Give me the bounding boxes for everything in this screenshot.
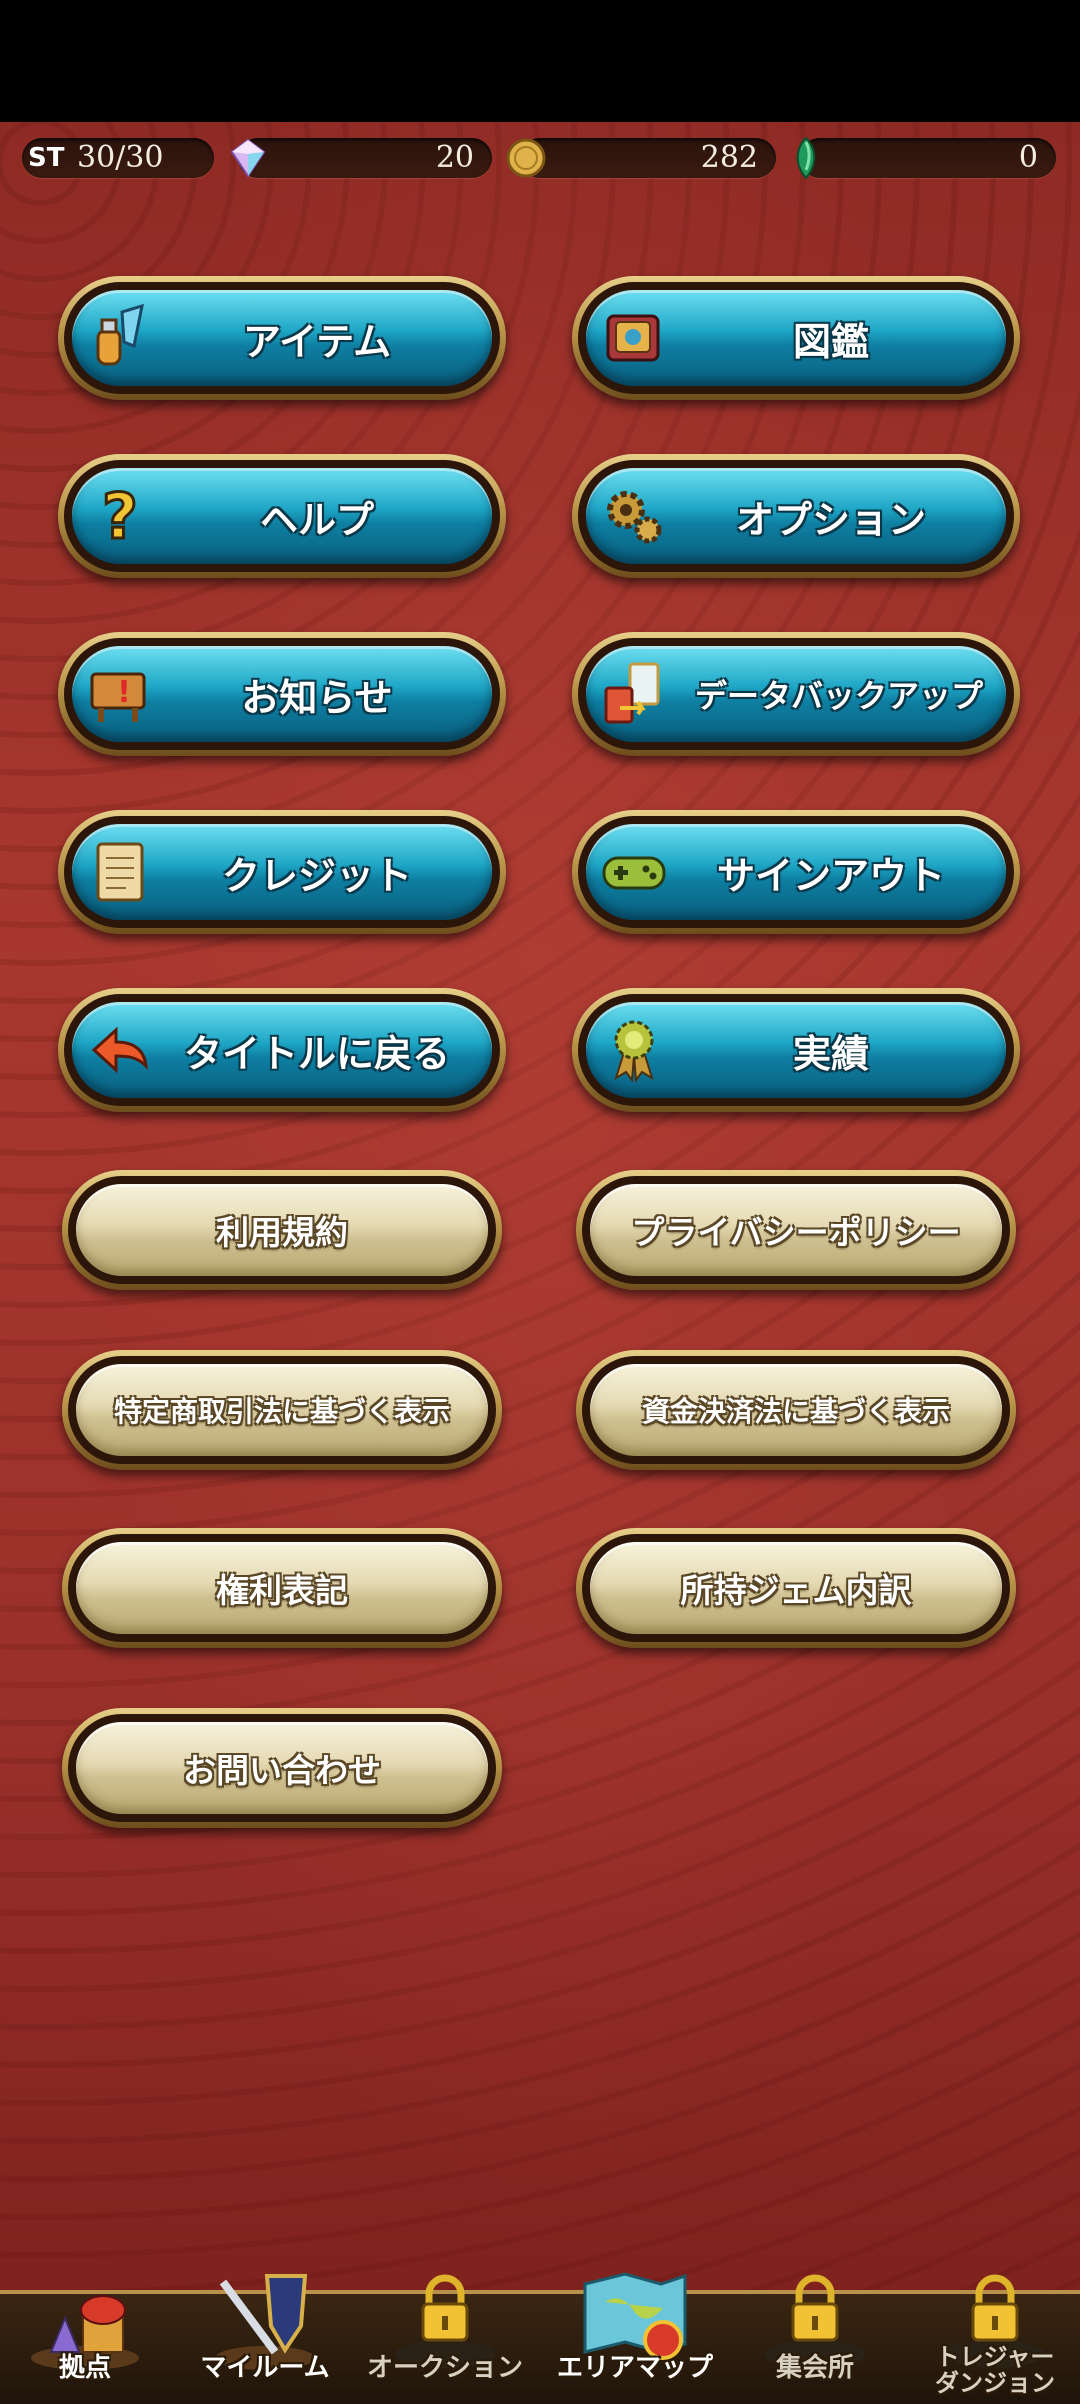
- nav-auction-label: オークション: [366, 2353, 523, 2383]
- stamina-counter: ST 30/30: [22, 138, 214, 178]
- news-button[interactable]: ! お知らせ: [58, 632, 506, 756]
- nav-gathering-hall-label: 集会所: [775, 2353, 854, 2383]
- commercial-law-button-label: 特定商取引法に基づく表示: [113, 1395, 450, 1428]
- option-button-label: オプション: [735, 497, 926, 542]
- terms-button[interactable]: 利用規約: [62, 1170, 502, 1290]
- stamina-value: 30/30: [77, 140, 164, 175]
- achievements-button-label: 実績: [792, 1031, 869, 1076]
- credit-button-label: クレジット: [221, 853, 412, 898]
- nav-treasure-dungeon-label-line2: ダンジョン: [935, 2369, 1055, 2397]
- gem-value: 20: [435, 140, 474, 175]
- privacy-policy-button[interactable]: プライバシーポリシー: [576, 1170, 1016, 1290]
- gem-breakdown-button[interactable]: 所持ジェム内訳: [576, 1528, 1016, 1648]
- item-button-label: アイテム: [242, 319, 392, 364]
- emerald-value: 0: [1018, 140, 1038, 175]
- encyclopedia-button-label: 図鑑: [792, 319, 869, 364]
- system-status-bar: [0, 0, 1080, 122]
- commercial-law-button[interactable]: 特定商取引法に基づく表示: [62, 1350, 502, 1470]
- achievements-button[interactable]: 実績: [572, 988, 1020, 1112]
- coin-icon: [506, 138, 546, 178]
- coin-value: 282: [700, 140, 758, 175]
- back-to-title-button-label: タイトルに戻る: [183, 1031, 450, 1076]
- rights-notation-button-label: 権利表記: [216, 1571, 348, 1610]
- nav-area-map-label: エリアマップ: [556, 2353, 713, 2383]
- emerald-counter: 0: [800, 138, 1056, 178]
- nav-base-label: 拠点: [58, 2353, 111, 2383]
- nav-treasure-dungeon[interactable]: トレジャー ダンジョン: [920, 2262, 1070, 2400]
- help-button-label: ヘルプ: [259, 497, 374, 542]
- help-button[interactable]: ? ヘルプ: [58, 454, 506, 578]
- contact-button[interactable]: お問い合わせ: [62, 1708, 502, 1828]
- funds-settlement-law-button[interactable]: 資金決済法に基づく表示: [576, 1350, 1016, 1470]
- credit-button[interactable]: クレジット: [58, 810, 506, 934]
- contact-button-label: お問い合わせ: [183, 1751, 381, 1790]
- emerald-icon: [796, 136, 816, 180]
- item-button[interactable]: アイテム: [58, 276, 506, 400]
- gem-icon: [230, 138, 266, 178]
- sign-out-button-label: サインアウト: [716, 853, 945, 898]
- privacy-policy-button-label: プライバシーポリシー: [631, 1213, 961, 1252]
- data-backup-button-label: データバックアップ: [694, 677, 983, 715]
- nav-my-room[interactable]: マイルーム: [190, 2262, 340, 2400]
- data-backup-button[interactable]: データバックアップ: [572, 632, 1020, 756]
- rights-notation-button[interactable]: 権利表記: [62, 1528, 502, 1648]
- sign-out-button[interactable]: サインアウト: [572, 810, 1020, 934]
- news-button-label: お知らせ: [241, 675, 393, 720]
- coin-counter: 282: [520, 138, 776, 178]
- option-button[interactable]: オプション: [572, 454, 1020, 578]
- gem-counter: 20: [238, 138, 492, 178]
- back-to-title-button[interactable]: タイトルに戻る: [58, 988, 506, 1112]
- nav-gathering-hall[interactable]: 集会所: [740, 2262, 890, 2400]
- nav-base[interactable]: 拠点: [10, 2262, 160, 2400]
- gem-breakdown-button-label: 所持ジェム内訳: [680, 1571, 912, 1610]
- nav-area-map[interactable]: エリアマップ: [557, 2262, 713, 2400]
- nav-auction[interactable]: オークション: [367, 2262, 523, 2400]
- nav-treasure-dungeon-label-line1: トレジャー: [935, 2343, 1055, 2371]
- nav-my-room-label: マイルーム: [200, 2353, 330, 2383]
- stamina-label: ST: [28, 143, 65, 173]
- funds-settlement-law-button-label: 資金決済法に基づく表示: [641, 1395, 950, 1428]
- nav-treasure-dungeon-label: トレジャー ダンジョン: [910, 2344, 1080, 2396]
- encyclopedia-button[interactable]: 図鑑: [572, 276, 1020, 400]
- terms-button-label: 利用規約: [216, 1213, 348, 1252]
